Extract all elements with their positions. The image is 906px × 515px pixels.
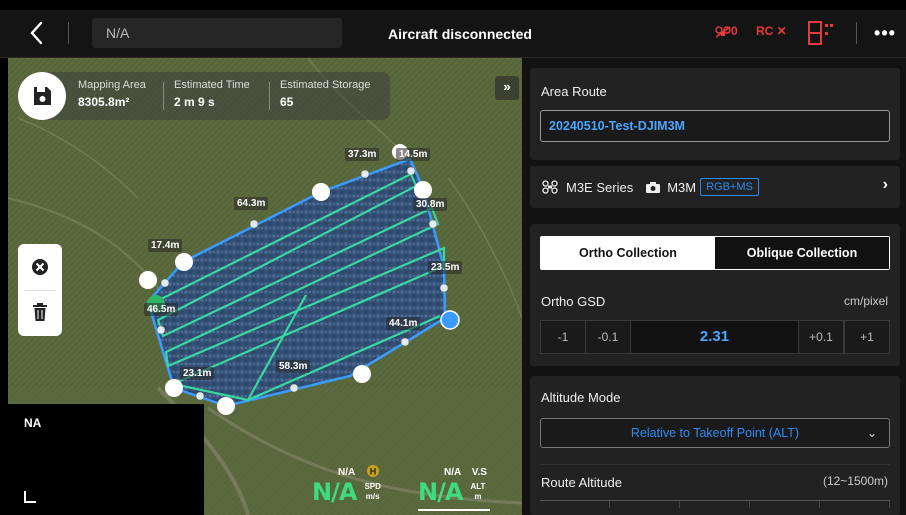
save-button[interactable] bbox=[18, 72, 66, 120]
trash-icon bbox=[33, 303, 47, 321]
gsd-label: Ortho GSD bbox=[541, 294, 606, 309]
area-route-card: Area Route 20240510-Test-DJIM3M bbox=[530, 68, 900, 160]
aircraft-status: 0 bbox=[715, 24, 738, 38]
altitude-mode-value: Relative to Takeoff Point (ALT) bbox=[630, 426, 800, 440]
collection-card: Ortho Collection Oblique Collection Orth… bbox=[530, 224, 900, 366]
edge-distance-label: 14.5m bbox=[396, 148, 431, 161]
expand-corner-icon[interactable] bbox=[24, 491, 36, 503]
altitude-mode-label: Altitude Mode bbox=[541, 390, 621, 405]
stat-value: 2 m 9 s bbox=[174, 95, 215, 109]
svg-text:H: H bbox=[369, 466, 376, 476]
edge-distance-label: 64.3m bbox=[234, 197, 269, 210]
divider bbox=[68, 22, 69, 44]
edge-distance-label: 23.1m bbox=[180, 367, 215, 380]
tab-oblique-collection[interactable]: Oblique Collection bbox=[715, 237, 889, 269]
clear-button[interactable] bbox=[18, 244, 62, 290]
route-name-input[interactable]: 20240510-Test-DJIM3M bbox=[540, 110, 890, 142]
gsd-increment-0.1-button[interactable]: +0.1 bbox=[799, 321, 844, 353]
signal-icon bbox=[806, 18, 840, 48]
divider bbox=[269, 82, 270, 110]
stat-label: Estimated Storage bbox=[280, 79, 371, 91]
gsd-stepper: -1 -0.1 2.31 +0.1 +1 bbox=[540, 320, 890, 354]
camera-model: M3M bbox=[667, 179, 697, 195]
camera-icon bbox=[646, 182, 661, 193]
area-route-label: Area Route bbox=[541, 84, 607, 99]
chevron-right-icon: › bbox=[882, 176, 888, 193]
vs-label: V.S bbox=[471, 467, 487, 478]
edge-distance-label: 44.1m bbox=[386, 317, 421, 330]
edge-distance-label: 23.5m bbox=[428, 261, 463, 274]
stat-value: 65 bbox=[280, 95, 294, 109]
aircraft-status-count: 0 bbox=[731, 24, 738, 38]
stat-value: 8305.8m² bbox=[78, 95, 130, 109]
more-menu-button[interactable]: ••• bbox=[870, 20, 900, 46]
route-name-field[interactable]: N/A bbox=[92, 18, 342, 48]
speed-unit: m/s bbox=[365, 492, 380, 501]
map-view[interactable]: Mapping Area 8305.8m² Estimated Time 2 m… bbox=[8, 58, 522, 515]
altitude-readout: N/A ALT m bbox=[418, 478, 485, 506]
gsd-decrement-0.1-button[interactable]: -0.1 bbox=[586, 321, 631, 353]
route-altitude-range: (12~1500m) bbox=[822, 474, 888, 488]
telemetry-value: N/A bbox=[444, 467, 462, 478]
mapping-info-bar: Mapping Area 8305.8m² Estimated Time 2 m… bbox=[18, 72, 390, 120]
edge-distance-label: 30.8m bbox=[413, 198, 448, 211]
rc-status: RC ✕ bbox=[756, 24, 787, 38]
altitude-bar bbox=[418, 509, 490, 511]
stat-estimated-time: Estimated Time 2 m 9 s bbox=[174, 79, 250, 109]
camera-mode-badge: RGB+MS bbox=[700, 178, 759, 196]
gsd-value-input[interactable]: 2.31 bbox=[631, 321, 799, 353]
edge-distance-label: 37.3m bbox=[345, 148, 380, 161]
connection-status-title: Aircraft disconnected bbox=[388, 26, 532, 42]
speed-label: SPD bbox=[364, 482, 381, 491]
divider bbox=[540, 464, 890, 465]
stat-label: Mapping Area bbox=[78, 79, 146, 91]
back-button[interactable] bbox=[22, 18, 52, 48]
speed-readout: N/A SPD m/s bbox=[312, 478, 381, 506]
settings-panel: Area Route 20240510-Test-DJIM3M M3E Seri… bbox=[522, 58, 906, 515]
map-tool-panel bbox=[18, 244, 62, 336]
divider bbox=[163, 82, 164, 110]
aircraft-camera-row: M3E Series M3M RGB+MS bbox=[542, 178, 759, 196]
altitude-unit: m bbox=[474, 492, 482, 501]
route-altitude-stepper[interactable] bbox=[540, 500, 890, 508]
drone-series: M3E Series bbox=[566, 179, 634, 195]
tab-ortho-collection[interactable]: Ortho Collection bbox=[541, 237, 715, 269]
aircraft-camera-card[interactable]: M3E Series M3M RGB+MS › bbox=[530, 166, 900, 208]
edge-distance-label: 46.5m bbox=[144, 303, 179, 316]
telemetry-value: N/A bbox=[338, 467, 356, 478]
collapse-panel-button[interactable]: » bbox=[495, 76, 519, 100]
chevron-down-icon: ⌄ bbox=[866, 426, 877, 440]
gsd-unit: cm/pixel bbox=[843, 294, 888, 308]
altitude-card: Altitude Mode Relative to Takeoff Point … bbox=[530, 376, 900, 515]
edge-distance-label: 17.4m bbox=[148, 239, 183, 252]
home-point-icon: H bbox=[366, 464, 379, 477]
speed-value: N/A bbox=[312, 478, 357, 506]
top-bar: N/A Aircraft disconnected 0 RC ✕ ••• bbox=[0, 10, 906, 58]
stat-label: Estimated Time bbox=[174, 79, 250, 91]
chevron-left-icon bbox=[30, 21, 43, 45]
stat-mapping-area: Mapping Area 8305.8m² bbox=[78, 79, 146, 109]
altitude-label: ALT bbox=[470, 482, 486, 491]
gsd-decrement-1-button[interactable]: -1 bbox=[541, 321, 586, 353]
delete-button[interactable] bbox=[18, 290, 62, 336]
save-icon bbox=[34, 87, 51, 105]
collection-tabs: Ortho Collection Oblique Collection bbox=[540, 236, 890, 270]
stat-estimated-storage: Estimated Storage 65 bbox=[280, 79, 371, 109]
drone-icon bbox=[542, 180, 558, 194]
altitude-value: N/A bbox=[418, 478, 463, 506]
altitude-mode-select[interactable]: Relative to Takeoff Point (ALT) ⌄ bbox=[540, 418, 890, 448]
divider bbox=[856, 22, 857, 44]
close-circle-icon bbox=[32, 259, 48, 275]
ellipsis-icon: ••• bbox=[874, 23, 896, 43]
takeoff-point-marker bbox=[440, 310, 460, 330]
camera-feed-label: NA bbox=[24, 416, 42, 430]
gsd-increment-1-button[interactable]: +1 bbox=[844, 321, 889, 353]
drone-disconnected-icon bbox=[715, 26, 731, 38]
route-altitude-label: Route Altitude bbox=[541, 475, 622, 490]
edge-distance-label: 58.3m bbox=[276, 360, 311, 373]
camera-feed[interactable]: NA bbox=[8, 404, 204, 515]
